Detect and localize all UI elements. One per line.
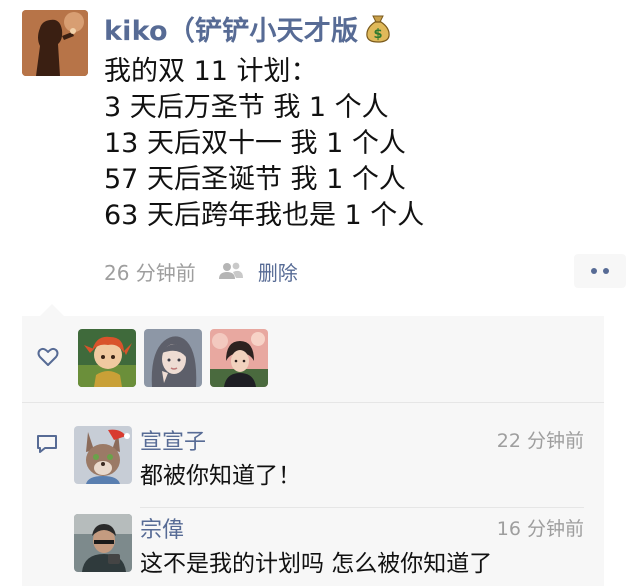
panel-pointer	[40, 304, 64, 316]
svg-text:$: $	[374, 27, 383, 42]
commenter-avatar[interactable]	[74, 514, 132, 572]
money-bag-icon: $	[364, 13, 392, 43]
friends-icon[interactable]	[218, 261, 244, 281]
liker-avatar-3[interactable]	[210, 329, 268, 387]
interaction-panel: 宣宣子 22 分钟前 都被你知道了！ 宗偉 16 分钟前 这不是我的计划吗 怎么…	[22, 316, 604, 586]
panel-divider	[22, 402, 604, 403]
comment-item: 宣宣子 22 分钟前 都被你知道了！	[74, 426, 584, 492]
comment-item: 宗偉 16 分钟前 这不是我的计划吗 怎么被你知道了	[74, 514, 584, 580]
more-dots-icon	[603, 268, 609, 274]
comment-text[interactable]: 都被你知道了！	[140, 456, 301, 490]
delete-button[interactable]: 删除	[258, 257, 298, 286]
post-line: 我的双 11 计划：	[104, 56, 318, 87]
author-row: kiko（铲铲小天才版 $	[104, 8, 392, 48]
comment-text[interactable]: 这不是我的计划吗 怎么被你知道了	[140, 544, 492, 578]
likes-row	[22, 316, 604, 402]
post-line: 3 天后万圣节 我 1 个人	[104, 92, 389, 123]
comment-time: 22 分钟前	[496, 430, 584, 452]
comment-time: 16 分钟前	[496, 518, 584, 540]
post-line: 13 天后双十一 我 1 个人	[104, 128, 406, 159]
commenter-name[interactable]: 宗偉	[140, 512, 184, 544]
more-dots-icon	[591, 268, 597, 274]
comment-icon	[36, 434, 58, 454]
post-time: 26 分钟前	[104, 260, 196, 285]
liker-avatar-1[interactable]	[78, 329, 136, 387]
author-avatar[interactable]	[22, 10, 88, 76]
comment-divider	[140, 507, 584, 508]
author-name[interactable]: kiko（铲铲小天才版	[104, 9, 358, 48]
post-line: 63 天后跨年我也是 1 个人	[104, 200, 425, 231]
more-button[interactable]	[574, 254, 626, 288]
heart-icon	[37, 347, 59, 367]
post-line: 57 天后圣诞节 我 1 个人	[104, 164, 406, 195]
commenter-avatar[interactable]	[74, 426, 132, 484]
post-meta: 26 分钟前 删除	[104, 254, 298, 288]
liker-avatar-2[interactable]	[144, 329, 202, 387]
commenter-name[interactable]: 宣宣子	[140, 424, 206, 456]
post-content: 我的双 11 计划： 3 天后万圣节 我 1 个人 13 天后双十一 我 1 个…	[104, 54, 604, 234]
author-avatar-image	[22, 10, 88, 76]
